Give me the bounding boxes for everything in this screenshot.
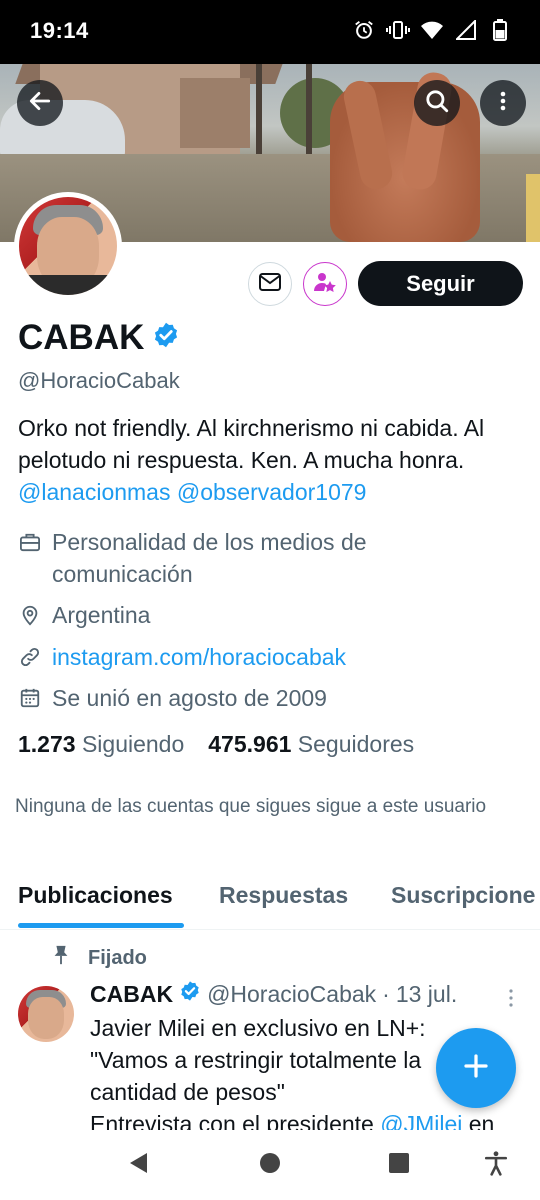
post-author-name[interactable]: CABAK (90, 981, 173, 1008)
bio-mention-link[interactable]: @observador1079 (177, 479, 367, 505)
followers-count: 475.961 (208, 731, 292, 757)
post-author-avatar[interactable] (18, 986, 74, 1042)
verified-badge-icon (179, 980, 201, 1008)
profile-avatar[interactable] (14, 192, 122, 300)
profile-joined: Se unió en agosto de 2009 (52, 685, 327, 711)
verified-badge-icon (152, 318, 180, 358)
followers-label: Seguidores (297, 731, 415, 757)
compose-post-button[interactable] (436, 1028, 516, 1108)
banner-pole-shape (256, 64, 262, 164)
status-bar: 19:14 (0, 0, 540, 64)
subscribe-star-icon (313, 270, 337, 299)
square-recents-icon (387, 1151, 411, 1180)
following-stat[interactable]: 1.273 Siguiendo (18, 731, 184, 758)
banner-house-shape-2 (180, 78, 250, 148)
post-separator: · (382, 980, 390, 1007)
message-button[interactable] (248, 262, 292, 306)
circle-home-icon (258, 1151, 282, 1180)
banner-sleeve-shape (526, 174, 540, 242)
profile-stats: 1.273 Siguiendo 475.961 Seguidores (18, 731, 414, 758)
status-icons (352, 18, 512, 42)
post-more-button[interactable] (504, 988, 518, 1008)
post-header: CABAK @HoracioCabak · 13 jul. (90, 980, 457, 1008)
profile-category: Personalidad de los medios de comunicaci… (52, 529, 367, 587)
profile-bio: Orko not friendly. Al kirchnerismo ni ca… (18, 412, 528, 508)
pinned-label: Fijado (88, 946, 147, 969)
post-text-line: Entrevista con el presidente @JMilei en (90, 1108, 530, 1130)
post-date[interactable]: 13 jul. (396, 981, 457, 1008)
bio-text: Orko not friendly. Al kirchnerismo ni ca… (18, 415, 485, 473)
wifi-icon (420, 18, 444, 42)
search-button[interactable] (414, 80, 460, 126)
profile-website-link[interactable]: instagram.com/horaciocabak (52, 641, 346, 673)
following-count: 1.273 (18, 731, 76, 757)
post-mention-link[interactable]: @JMilei (380, 1111, 462, 1130)
profile-tabs: Publicaciones Respuestas Suscripcione (0, 868, 540, 930)
profile-handle: @HoracioCabak (18, 368, 180, 393)
profile-display-name: CABAK (18, 318, 145, 357)
briefcase-icon (18, 526, 42, 558)
profile-website-row: instagram.com/horaciocabak (18, 641, 346, 673)
search-icon (424, 88, 450, 119)
plus-icon (461, 1051, 491, 1086)
back-button[interactable] (17, 80, 63, 126)
alarm-icon (352, 18, 376, 42)
post-text: Entrevista con el presidente (90, 1111, 381, 1130)
vibrate-icon (386, 18, 410, 42)
accessibility-icon (483, 1150, 509, 1181)
pin-icon (52, 944, 70, 972)
profile-location: Argentina (52, 602, 151, 628)
tab-respuestas[interactable]: Respuestas (219, 882, 348, 909)
signal-icon (454, 18, 478, 42)
location-pin-icon (18, 599, 42, 631)
nav-recents-button[interactable] (386, 1152, 412, 1178)
tab-suscripciones[interactable]: Suscripcione (391, 882, 535, 909)
arrow-left-icon (27, 88, 53, 119)
avatar-shirt-shape (19, 275, 117, 295)
envelope-icon (258, 271, 282, 298)
pinned-indicator: Fijado (52, 944, 147, 972)
post-text: en (462, 1111, 495, 1130)
follow-button[interactable]: Seguir (358, 261, 523, 306)
post-author-handle[interactable]: @HoracioCabak (207, 981, 376, 1008)
tab-publicaciones[interactable]: Publicaciones (18, 882, 173, 909)
battery-icon (488, 18, 512, 42)
active-tab-indicator (18, 923, 184, 928)
avatar-photo (19, 197, 117, 295)
subscribe-button[interactable] (303, 262, 347, 306)
more-vertical-icon (504, 989, 518, 1012)
nav-back-button[interactable] (126, 1152, 152, 1178)
followers-stat[interactable]: 475.961 Seguidores (208, 731, 414, 758)
calendar-icon (18, 682, 42, 714)
avatar-skin-shape (28, 997, 64, 1039)
nav-home-button[interactable] (257, 1152, 283, 1178)
bio-mention-link[interactable]: @lanacionmas (18, 479, 170, 505)
more-options-button[interactable] (480, 80, 526, 126)
nav-accessibility-button[interactable] (483, 1150, 509, 1181)
mutuals-notice: Ninguna de las cuentas que sigues sigue … (15, 796, 487, 817)
more-vertical-icon (491, 89, 515, 118)
following-label: Siguiendo (81, 731, 185, 757)
profile-joined-row: Se unió en agosto de 2009 (18, 682, 327, 714)
profile-name-row: CABAK (18, 318, 180, 358)
status-time: 19:14 (30, 18, 89, 43)
profile-category-row: Personalidad de los medios de comunicaci… (18, 526, 432, 590)
system-navigation-bar (0, 1130, 540, 1200)
banner-pole-shape (306, 64, 312, 164)
link-icon (18, 641, 42, 673)
profile-location-row: Argentina (18, 599, 150, 631)
triangle-back-icon (127, 1151, 151, 1180)
